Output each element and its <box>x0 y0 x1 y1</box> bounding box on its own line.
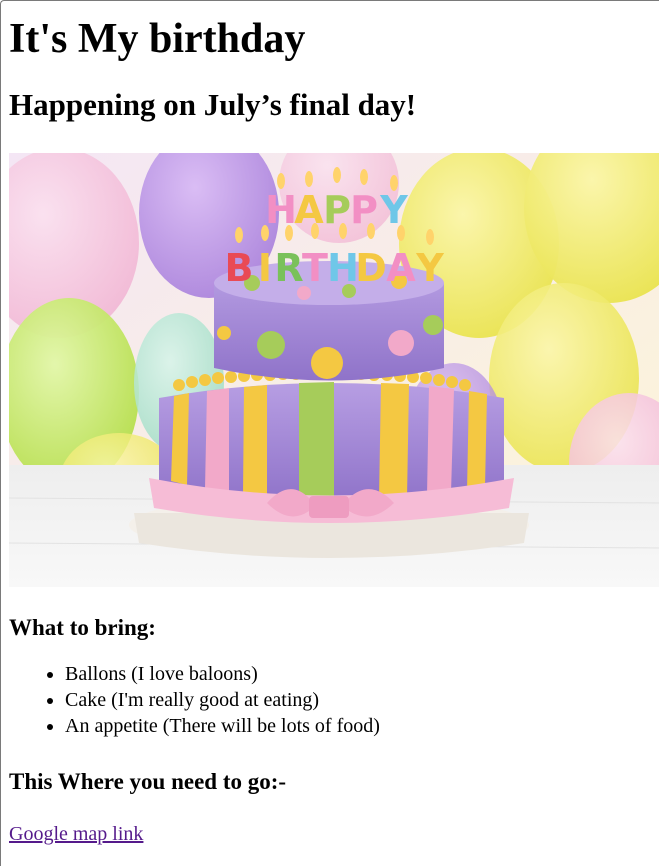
google-map-link[interactable]: Google map link <box>9 821 143 847</box>
svg-text:A: A <box>294 188 324 232</box>
svg-text:P: P <box>323 188 351 232</box>
svg-text:B: B <box>225 246 254 290</box>
page: It's My birthday Happening on July’s fin… <box>1 15 659 847</box>
birthday-cake-image: H A P P Y B I R T H D A Y <box>9 153 659 587</box>
svg-text:T: T <box>302 246 328 290</box>
svg-text:H: H <box>265 188 297 232</box>
svg-text:R: R <box>274 246 303 290</box>
svg-text:D: D <box>355 246 387 290</box>
page-title: It's My birthday <box>9 16 306 62</box>
page-subtitle: Happening on July’s final day! <box>9 87 417 122</box>
svg-text:I: I <box>258 246 272 290</box>
bring-list: Ballons (I love baloons) Cake (I'm reall… <box>9 661 651 739</box>
list-item: Cake (I'm really good at eating) <box>65 687 651 713</box>
svg-text:A: A <box>386 246 416 290</box>
list-item: An appetite (There will be lots of food) <box>65 713 651 739</box>
what-to-bring-heading: What to bring: <box>9 615 156 640</box>
svg-text:Y: Y <box>379 188 408 232</box>
svg-text:H: H <box>327 246 359 290</box>
svg-text:Y: Y <box>415 246 444 290</box>
list-item: Ballons (I love baloons) <box>65 661 651 687</box>
where-to-go-heading: This Where you need to go:- <box>9 769 287 794</box>
